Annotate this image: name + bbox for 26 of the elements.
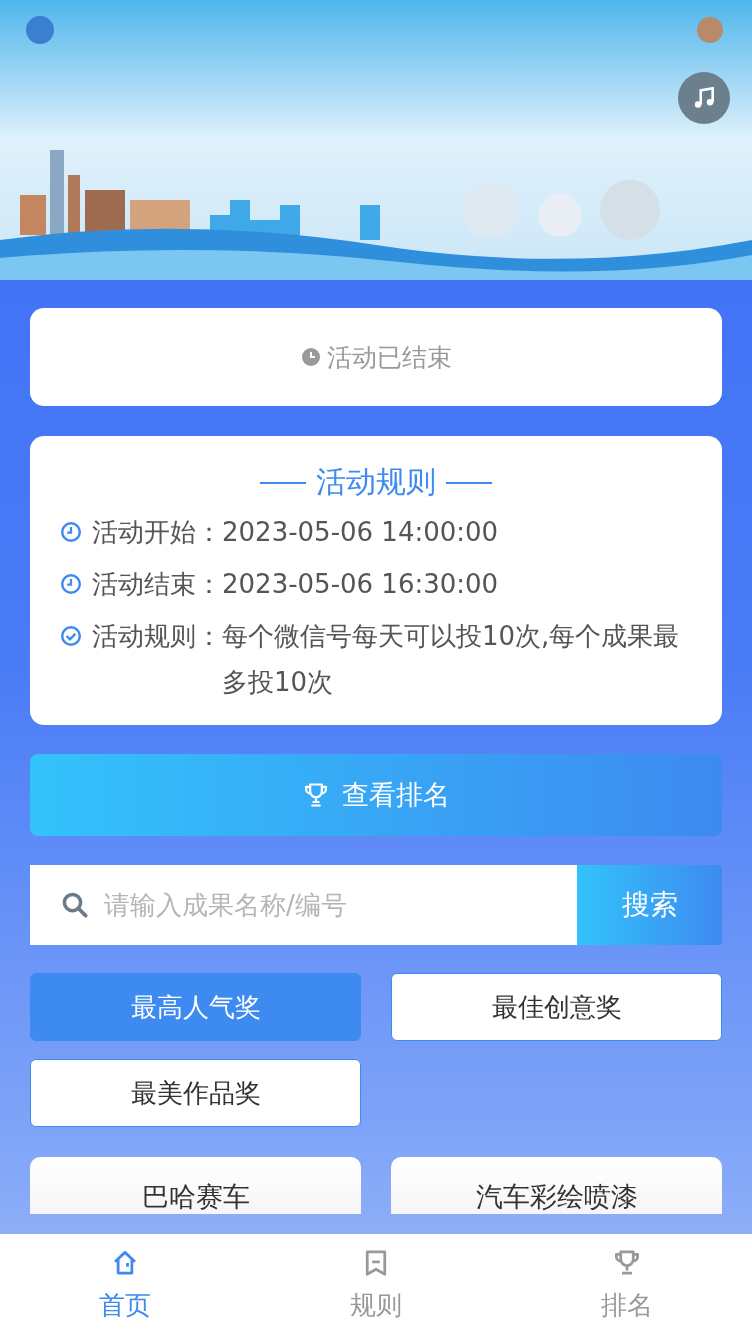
nav-tab[interactable]: 规则 <box>250 1234 502 1336</box>
rule-value: 2023-05-06 16:30:00 <box>222 568 500 601</box>
rule-label: 活动规则： <box>92 620 222 653</box>
nav-tab[interactable]: 首页 <box>0 1234 251 1336</box>
rule-value: 2023-05-06 14:00:00 <box>222 516 500 549</box>
entry-card[interactable]: 汽车彩绘喷漆 <box>391 1157 722 1214</box>
clock-icon <box>60 521 82 543</box>
rule-label: 活动开始： <box>92 516 222 549</box>
ranking-button[interactable]: 查看排名 <box>30 754 722 836</box>
entry-title: 汽车彩绘喷漆 <box>475 1180 638 1214</box>
trophy-icon <box>302 781 330 809</box>
rule-value: 每个微信号每天可以投10次,每个成果最多投10次 <box>222 620 681 699</box>
award-tab[interactable]: 最高人气奖 <box>30 973 361 1041</box>
status-text: 活动已结束 <box>326 341 452 374</box>
clock-icon <box>60 573 82 595</box>
award-tab[interactable]: 最美作品奖 <box>30 1059 361 1127</box>
entry-title: 巴哈赛车 <box>141 1180 250 1214</box>
rules-title: 活动规则 <box>316 463 436 501</box>
clock-icon <box>300 347 321 367</box>
search-button[interactable]: 搜索 <box>577 865 722 945</box>
rule-label: 活动结束： <box>92 568 222 601</box>
nav-tab[interactable]: 排名 <box>501 1234 752 1336</box>
search-field[interactable]: 请输入成果名称/编号 <box>30 865 577 945</box>
check-circle-icon <box>60 625 82 647</box>
entry-card[interactable]: 巴哈赛车 <box>30 1157 361 1214</box>
award-tab[interactable]: 最佳创意奖 <box>391 973 722 1041</box>
